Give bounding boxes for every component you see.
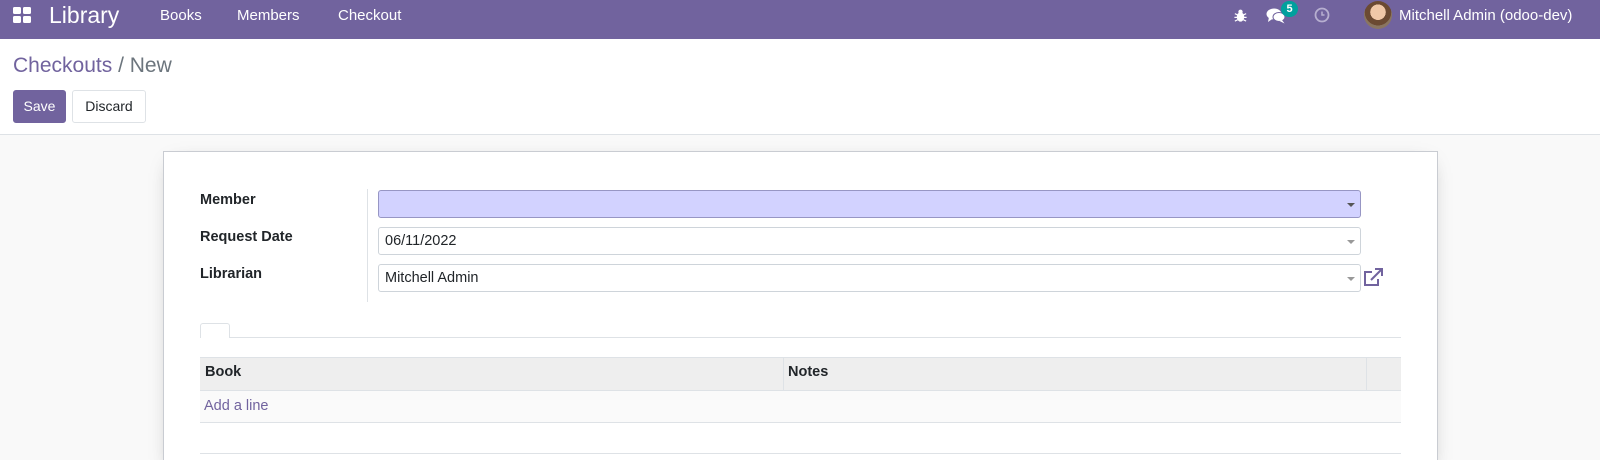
- apps-grid-icon[interactable]: [13, 7, 31, 23]
- breadcrumb-current: New: [129, 54, 172, 77]
- breadcrumb-separator: /: [118, 54, 124, 77]
- menu-checkout[interactable]: Checkout: [338, 7, 401, 24]
- user-menu[interactable]: Mitchell Admin (odoo-dev): [1399, 7, 1572, 24]
- menu-books[interactable]: Books: [160, 7, 202, 24]
- librarian-label: Librarian: [200, 266, 263, 282]
- request-date-label: Request Date: [200, 229, 293, 245]
- clock-icon[interactable]: [1314, 7, 1330, 23]
- avatar[interactable]: [1364, 1, 1392, 29]
- column-notes[interactable]: Notes: [788, 364, 828, 380]
- external-link-icon[interactable]: [1362, 267, 1384, 289]
- save-button[interactable]: Save: [13, 90, 66, 123]
- member-label: Member: [200, 192, 256, 208]
- breadcrumb-checkouts[interactable]: Checkouts: [13, 54, 112, 77]
- bug-icon[interactable]: [1233, 8, 1248, 23]
- control-panel: Checkouts / New Save Discard: [0, 39, 1600, 135]
- discard-button[interactable]: Discard: [72, 90, 146, 123]
- column-divider[interactable]: [1366, 358, 1367, 390]
- table-bottom-divider: [200, 453, 1401, 454]
- top-navbar: Library Books Members Checkout 5 Mitchel…: [0, 0, 1600, 39]
- label-separator: [367, 189, 368, 302]
- member-field[interactable]: [378, 190, 1361, 218]
- chevron-down-icon[interactable]: [1347, 203, 1355, 207]
- librarian-field[interactable]: Mitchell Admin: [378, 264, 1361, 292]
- tab-bar: [200, 337, 1401, 338]
- messages-badge: 5: [1281, 1, 1298, 17]
- breadcrumb: Checkouts / New: [13, 54, 172, 78]
- menu-members[interactable]: Members: [237, 7, 300, 24]
- tab-lines[interactable]: [200, 323, 230, 338]
- chevron-down-icon[interactable]: [1347, 240, 1355, 244]
- app-title[interactable]: Library: [49, 2, 119, 29]
- table-header: Book Notes: [200, 357, 1401, 391]
- column-divider[interactable]: [783, 358, 784, 390]
- table-row: Add a line: [200, 391, 1401, 423]
- column-book[interactable]: Book: [205, 364, 241, 380]
- add-line-link[interactable]: Add a line: [204, 398, 269, 414]
- request-date-field[interactable]: 06/11/2022: [378, 227, 1361, 255]
- chevron-down-icon[interactable]: [1347, 277, 1355, 281]
